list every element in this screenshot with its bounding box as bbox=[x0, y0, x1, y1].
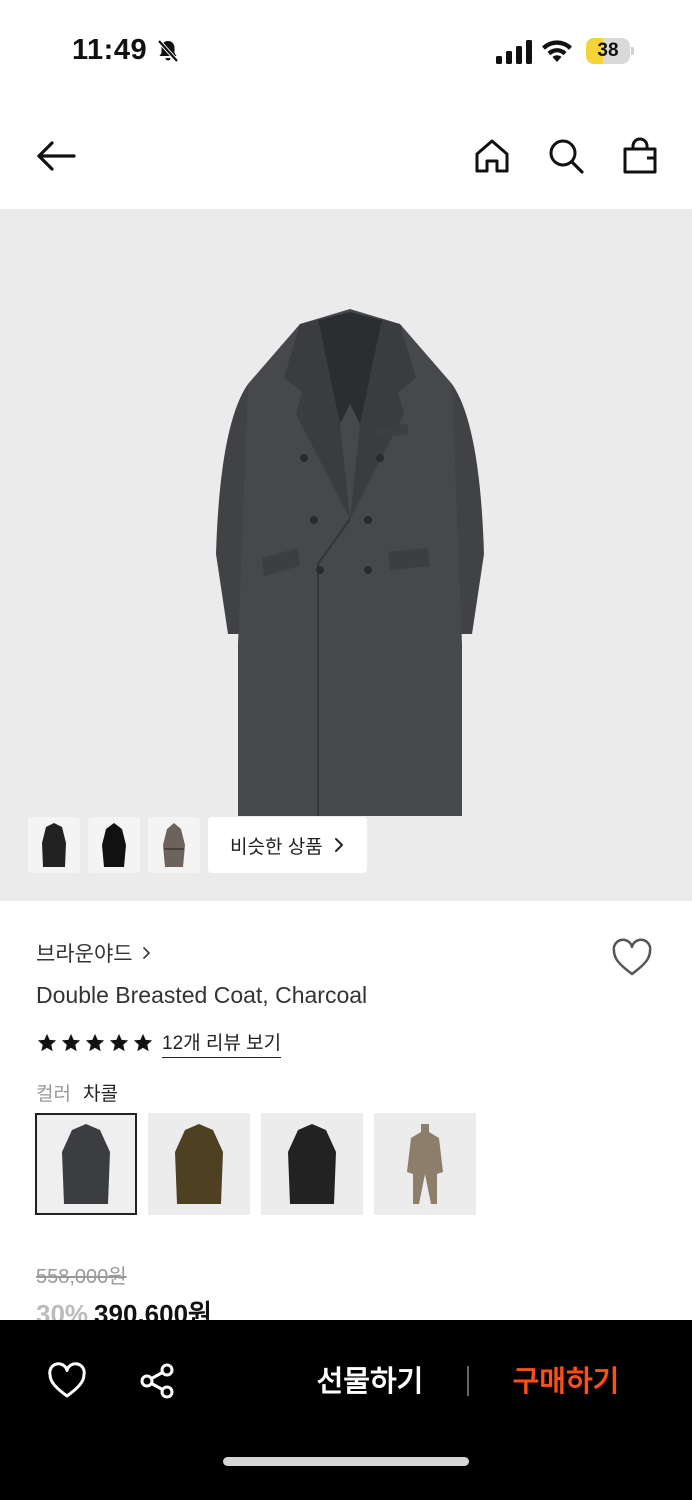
similar-products-button[interactable]: 비슷한 상품 bbox=[208, 817, 367, 873]
coat-thumbnail bbox=[407, 1124, 443, 1204]
color-swatch-beige[interactable] bbox=[374, 1113, 476, 1215]
star-icon bbox=[109, 1033, 129, 1052]
star-icon bbox=[61, 1033, 81, 1052]
product-image-gallery[interactable]: 비슷한 상품 bbox=[0, 209, 692, 901]
selected-color: 차콜 bbox=[82, 1084, 118, 1105]
coat-thumb-1 bbox=[42, 823, 66, 867]
coat-thumbnail bbox=[175, 1124, 223, 1204]
color-swatch-charcoal[interactable] bbox=[35, 1113, 137, 1215]
image-thumbnail[interactable] bbox=[28, 817, 80, 873]
reviews-link[interactable]: 12개 리뷰 보기 bbox=[162, 1028, 282, 1058]
shopping-bag-icon bbox=[623, 137, 657, 174]
chevron-right-icon bbox=[142, 947, 150, 959]
home-indicator[interactable] bbox=[223, 1457, 469, 1466]
chevron-right-icon bbox=[334, 838, 343, 852]
status-bar: 11:49 38 bbox=[0, 0, 692, 100]
back-arrow-icon bbox=[37, 141, 76, 171]
color-swatch-olive[interactable] bbox=[148, 1113, 250, 1215]
bottom-action-bar: 선물하기 구매하기 bbox=[0, 1320, 692, 1500]
original-price: 558,000원 bbox=[36, 1266, 127, 1288]
product-image-coat bbox=[216, 309, 484, 816]
gift-button[interactable]: 선물하기 bbox=[300, 1360, 440, 1404]
star-icon bbox=[37, 1033, 57, 1052]
cart-button[interactable] bbox=[616, 132, 664, 180]
image-thumbnail[interactable] bbox=[148, 817, 200, 873]
divider bbox=[467, 1366, 469, 1396]
product-title: Double Breasted Coat, Charcoal bbox=[36, 982, 368, 1008]
thumbnail-strip: 비슷한 상품 bbox=[28, 817, 367, 873]
bell-off-icon bbox=[157, 39, 179, 63]
color-swatches bbox=[35, 1113, 476, 1215]
coat-thumb-2 bbox=[102, 823, 126, 867]
coat-thumb-3 bbox=[163, 823, 185, 867]
coat-thumbnail bbox=[62, 1124, 110, 1204]
similar-products-label: 비슷한 상품 bbox=[230, 836, 323, 858]
star-icon bbox=[133, 1033, 153, 1052]
color-label: 컬러 bbox=[36, 1084, 71, 1105]
star-icon bbox=[85, 1033, 105, 1052]
share-icon[interactable] bbox=[138, 1362, 176, 1400]
heart-icon[interactable] bbox=[46, 1362, 88, 1400]
battery-icon: 38 bbox=[586, 38, 634, 64]
image-thumbnail[interactable] bbox=[88, 817, 140, 873]
back-button[interactable] bbox=[32, 132, 80, 180]
brand-link[interactable]: 브라운야드 bbox=[36, 938, 153, 968]
search-button[interactable] bbox=[542, 132, 590, 180]
brand-name: 브라운야드 bbox=[36, 943, 133, 966]
search-icon bbox=[549, 139, 584, 174]
battery-nub bbox=[631, 47, 634, 55]
buy-button[interactable]: 구매하기 bbox=[494, 1360, 638, 1404]
wishlist-heart-icon[interactable] bbox=[610, 938, 654, 978]
battery-body: 38 bbox=[586, 38, 630, 64]
rating-row: 12개 리뷰 보기 bbox=[36, 1028, 282, 1058]
wifi-icon bbox=[542, 40, 572, 62]
coat-thumbnail bbox=[288, 1124, 336, 1204]
color-swatch-black[interactable] bbox=[261, 1113, 363, 1215]
status-time: 11:49 bbox=[72, 34, 148, 66]
cellular-signal-icon bbox=[496, 40, 532, 64]
color-row: 컬러 차콜 bbox=[36, 1079, 118, 1106]
battery-level: 38 bbox=[597, 40, 619, 61]
home-button[interactable] bbox=[468, 132, 516, 180]
home-icon bbox=[475, 139, 509, 173]
rating-stars bbox=[36, 1032, 154, 1054]
top-navigation bbox=[0, 110, 692, 206]
